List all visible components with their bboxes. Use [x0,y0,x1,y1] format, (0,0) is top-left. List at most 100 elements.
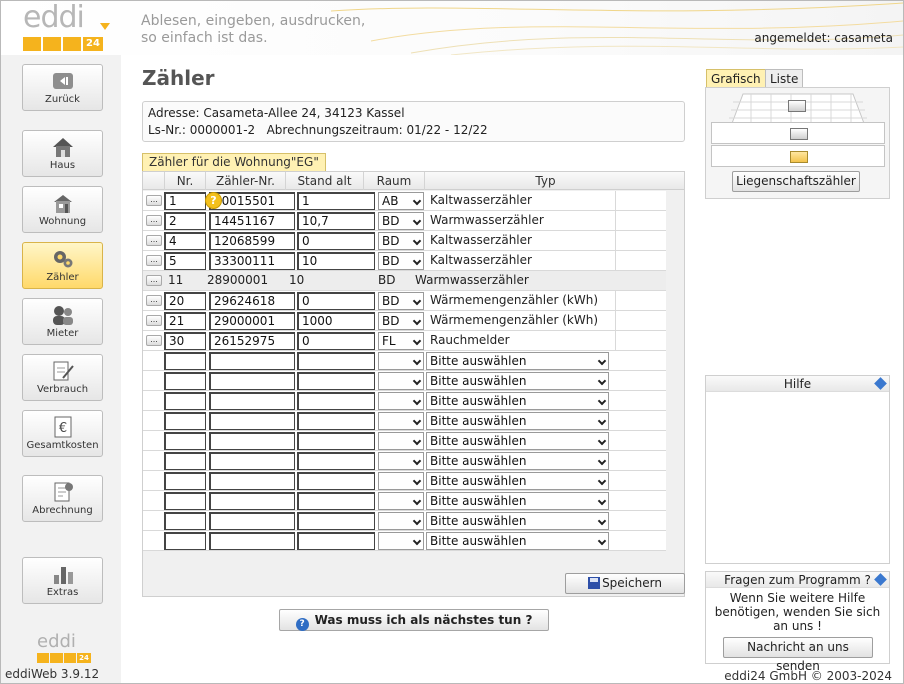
room-select[interactable] [378,372,424,390]
meter-number-input[interactable] [209,432,295,450]
meter-number-input[interactable] [209,372,295,390]
room-select[interactable] [378,472,424,490]
type-select[interactable]: Bitte auswählen [426,392,609,410]
collapse-icon[interactable] [874,573,887,586]
attic-meter-icon[interactable] [788,100,806,112]
old-reading-input[interactable] [297,452,375,470]
room-select[interactable] [378,432,424,450]
unit-tab[interactable]: Zähler für die Wohnung"EG" [142,153,326,171]
old-reading-input[interactable] [297,352,375,370]
meter-number-input[interactable]: 14451167 [209,212,295,230]
room-select[interactable] [378,512,424,530]
type-select[interactable]: Bitte auswählen [426,492,609,510]
room-select[interactable] [378,352,424,370]
nr-input[interactable]: 5 [164,252,206,270]
edit-row-button[interactable]: ... [146,295,162,306]
old-reading-input[interactable]: 10 [297,252,375,270]
nav-totalcosts-button[interactable]: € Gesamtkosten [22,410,103,457]
nr-input[interactable]: 1 [164,192,206,210]
nav-extras-button[interactable]: Extras [22,557,103,604]
meter-number-input[interactable] [209,352,295,370]
nav-consumption-button[interactable]: Verbrauch [22,354,103,401]
room-select[interactable]: BD [378,292,424,310]
nr-input[interactable]: 30 [164,332,206,350]
meter-number-input[interactable]: 29000001 [209,312,295,330]
meter-number-input[interactable] [209,412,295,430]
room-select[interactable] [378,452,424,470]
old-reading-input[interactable]: 0 [297,232,375,250]
type-select[interactable]: Bitte auswählen [426,512,609,530]
edit-row-button[interactable]: ... [146,315,162,326]
nr-input[interactable]: 20 [164,292,206,310]
meter-number-input[interactable]: 12068599 [209,232,295,250]
meter-number-input[interactable] [209,472,295,490]
old-reading-input[interactable] [297,472,375,490]
nav-house-button[interactable]: Haus [22,130,103,177]
nr-input[interactable]: 4 [164,232,206,250]
type-select[interactable]: Bitte auswählen [426,352,609,370]
old-reading-input[interactable]: 0 [297,332,375,350]
type-select[interactable]: Bitte auswählen [426,412,609,430]
old-reading-input[interactable]: 1000 [297,312,375,330]
edit-row-button[interactable]: ... [146,255,162,266]
room-select[interactable]: BD [378,212,424,230]
meter-number-input[interactable] [209,392,295,410]
room-select[interactable]: BD [378,252,424,270]
old-reading-input[interactable] [297,512,375,530]
tab-liste[interactable]: Liste [765,69,804,88]
floor-eg[interactable] [711,145,885,167]
nav-back-button[interactable]: Zurück [22,64,103,111]
nr-input[interactable] [164,352,206,370]
room-select[interactable]: BD [378,232,424,250]
old-reading-input[interactable] [297,432,375,450]
type-select[interactable]: Bitte auswählen [426,432,609,450]
meter-number-input[interactable] [209,452,295,470]
meter-number-input[interactable] [209,512,295,530]
old-reading-input[interactable] [297,372,375,390]
tab-grafisch[interactable]: Grafisch [706,69,766,88]
nav-billing-button[interactable]: Abrechnung [22,475,103,522]
nav-tenants-button[interactable]: Mieter [22,298,103,345]
nr-input[interactable] [164,372,206,390]
collapse-icon[interactable] [874,377,887,390]
save-button[interactable]: Speichern [565,573,685,594]
old-reading-input[interactable] [297,392,375,410]
meter-number-input[interactable] [209,532,295,550]
edit-row-button[interactable]: ... [146,275,162,286]
nr-input[interactable] [164,512,206,530]
meter-number-input[interactable]: 29624618 [209,292,295,310]
meter-number-input[interactable]: 26152975 [209,332,295,350]
edit-row-button[interactable]: ... [146,335,162,346]
type-select[interactable]: Bitte auswählen [426,452,609,470]
nr-input[interactable] [164,532,206,550]
old-reading-input[interactable] [297,532,375,550]
type-select[interactable]: Bitte auswählen [426,532,609,550]
room-select[interactable]: AB [378,192,424,210]
edit-row-button[interactable]: ... [146,195,162,206]
floor-og[interactable] [711,122,885,144]
nav-meters-button[interactable]: Zähler [22,242,103,289]
send-message-button[interactable]: Nachricht an uns senden [723,637,873,673]
nr-input[interactable]: 2 [164,212,206,230]
next-steps-button[interactable]: ? Was muss ich als nächstes tun ? [279,609,549,631]
nr-input[interactable] [164,432,206,450]
nr-input[interactable] [164,492,206,510]
help-bubble-icon[interactable]: ? [205,192,222,209]
nr-input[interactable] [164,452,206,470]
old-reading-input[interactable] [297,492,375,510]
old-reading-input[interactable]: 1 [297,192,375,210]
old-reading-input[interactable] [297,412,375,430]
room-select[interactable]: FL [378,332,424,350]
type-select[interactable]: Bitte auswählen [426,372,609,390]
edit-row-button[interactable]: ... [146,215,162,226]
nav-apartment-button[interactable]: Wohnung [22,186,103,233]
nr-input[interactable]: 21 [164,312,206,330]
old-reading-input[interactable]: 10,7 [297,212,375,230]
room-select[interactable] [378,532,424,550]
room-select[interactable]: BD [378,312,424,330]
room-select[interactable] [378,392,424,410]
nr-input[interactable] [164,412,206,430]
nr-input[interactable] [164,392,206,410]
nr-input[interactable] [164,472,206,490]
meter-number-input[interactable]: 33300111 [209,252,295,270]
